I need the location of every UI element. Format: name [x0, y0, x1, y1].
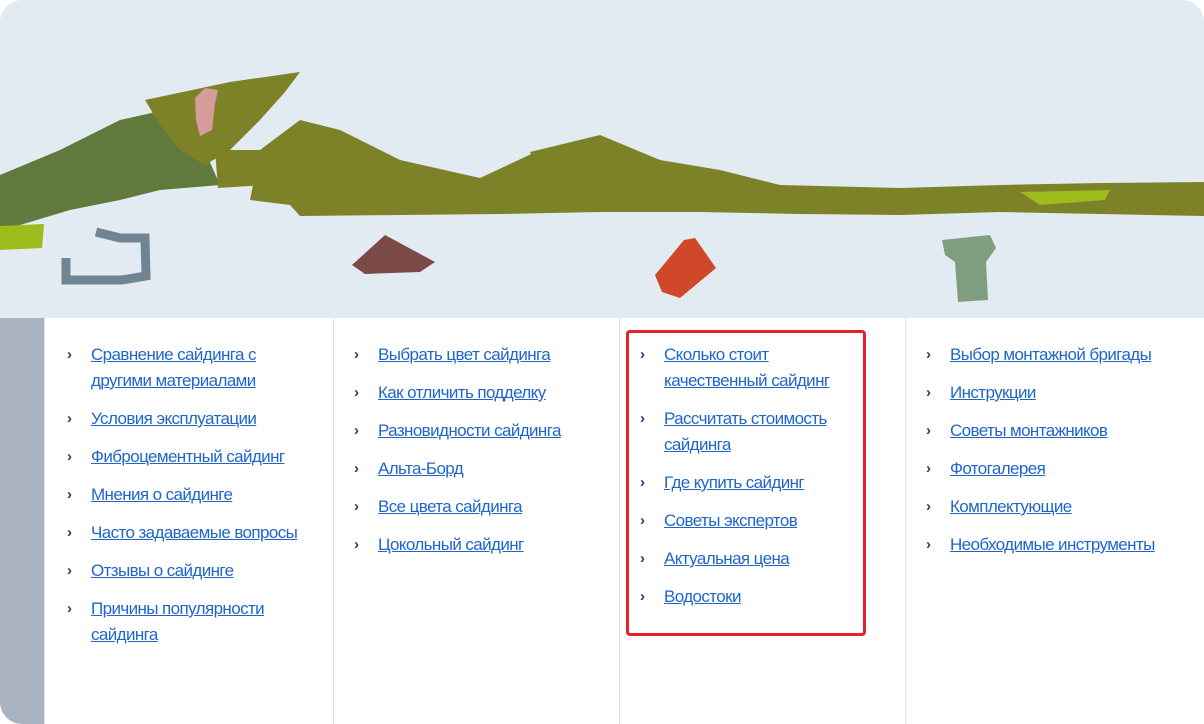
menu-link[interactable]: Сколько стоит качественный сайдинг — [664, 345, 830, 390]
menu-link[interactable]: Рассчитать стоимость сайдинга — [664, 409, 827, 454]
menu-link[interactable]: Цокольный сайдинг — [378, 535, 524, 554]
menu-link[interactable]: Часто задаваемые вопросы — [91, 523, 298, 542]
menu-link[interactable]: Сравнение сайдинга с другими материалами — [91, 345, 256, 390]
menu-link[interactable]: Фотогалерея — [950, 459, 1046, 478]
menu-link[interactable]: Водостоки — [664, 587, 741, 606]
menu-link[interactable]: Советы экспертов — [664, 511, 798, 530]
menu-item: › Актуальная цена — [638, 546, 853, 572]
menu-link[interactable]: Как отличить подделку — [378, 383, 546, 402]
chevron-right-icon: › — [67, 486, 72, 503]
menu-column-3: › Сколько стоит качественный сайдинг › Рас… — [619, 318, 906, 724]
menu-link[interactable]: Фиброцементный сайдинг — [91, 447, 285, 466]
chevron-right-icon: › — [67, 448, 72, 465]
banner-shape-lime-left — [0, 224, 44, 250]
chevron-right-icon: › — [354, 346, 359, 363]
menu-link[interactable]: Отзывы о сайдинге — [91, 561, 234, 580]
banner-shape-block — [215, 150, 265, 188]
chevron-right-icon: › — [354, 460, 359, 477]
menu-item: › Условия эксплуатации — [65, 406, 305, 432]
link-menu: › Сравнение сайдинга с другими материалам… — [0, 318, 1204, 724]
menu-item: › Где купить сайдинг — [638, 470, 853, 496]
menu-list-2: › Выбрать цвет сайдинга › Как отличить под… — [334, 318, 592, 558]
menu-link[interactable]: Альта-Борд — [378, 459, 464, 478]
chevron-right-icon: › — [640, 474, 645, 491]
menu-link[interactable]: Выбрать цвет сайдинга — [378, 345, 551, 364]
menu-column-1: › Сравнение сайдинга с другими материалам… — [44, 318, 334, 724]
menu-link[interactable]: Выбор монтажной бригады — [950, 345, 1152, 364]
menu-item: › Мнения о сайдинге — [65, 482, 305, 508]
left-sidebar-strip — [0, 318, 44, 724]
menu-item: › Отзывы о сайдинге — [65, 558, 305, 584]
chevron-right-icon: › — [640, 588, 645, 605]
chevron-right-icon: › — [354, 498, 359, 515]
menu-item: › Выбор монтажной бригады — [924, 342, 1164, 368]
banner-shape-sage — [942, 235, 996, 302]
menu-link[interactable]: Разновидности сайдинга — [378, 421, 561, 440]
chevron-right-icon: › — [67, 600, 72, 617]
menu-item: › Цокольный сайдинг — [352, 532, 592, 558]
chevron-right-icon: › — [354, 536, 359, 553]
menu-item: › Инструкции — [924, 380, 1164, 406]
menu-list-3: › Сколько стоит качественный сайдинг › Рас… — [620, 318, 853, 610]
screenshot-frame: › Сравнение сайдинга с другими материалам… — [0, 0, 1204, 724]
banner-shape-brown — [352, 235, 435, 274]
chevron-right-icon: › — [67, 524, 72, 541]
menu-item: › Водостоки — [638, 584, 853, 610]
menu-column-4: › Выбор монтажной бригады › Инструкции › Со… — [905, 318, 1204, 724]
chevron-right-icon: › — [640, 410, 645, 427]
menu-item: › Часто задаваемые вопросы — [65, 520, 305, 546]
menu-list-1: › Сравнение сайдинга с другими материалам… — [45, 318, 305, 648]
menu-item: › Необходимые инструменты — [924, 532, 1164, 558]
chevron-right-icon: › — [926, 536, 931, 553]
menu-link[interactable]: Комплектующие — [950, 497, 1072, 516]
menu-link[interactable]: Причины популярности сайдинга — [91, 599, 265, 644]
banner-shape-red — [655, 238, 716, 298]
banner-shape-roof-middle — [530, 135, 660, 188]
menu-item: › Рассчитать стоимость сайдинга — [638, 406, 853, 458]
menu-item: › Альта-Борд — [352, 456, 592, 482]
menu-item: › Сравнение сайдинга с другими материалам… — [65, 342, 305, 394]
banner-shape-bracket — [61, 227, 151, 285]
chevron-right-icon: › — [354, 384, 359, 401]
menu-item: › Комплектующие — [924, 494, 1164, 520]
menu-item: › Советы монтажников — [924, 418, 1164, 444]
menu-link[interactable]: Необходимые инструменты — [950, 535, 1155, 554]
menu-item: › Как отличить подделку — [352, 380, 592, 406]
chevron-right-icon: › — [926, 346, 931, 363]
menu-link[interactable]: Условия эксплуатации — [91, 409, 257, 428]
chevron-right-icon: › — [926, 460, 931, 477]
chevron-right-icon: › — [67, 346, 72, 363]
chevron-right-icon: › — [926, 422, 931, 439]
menu-item: › Фотогалерея — [924, 456, 1164, 482]
menu-link[interactable]: Актуальная цена — [664, 549, 790, 568]
menu-item: › Сколько стоит качественный сайдинг — [638, 342, 853, 394]
menu-link[interactable]: Мнения о сайдинге — [91, 485, 233, 504]
menu-list-4: › Выбор монтажной бригады › Инструкции › Со… — [906, 318, 1164, 558]
menu-link[interactable]: Инструкции — [950, 383, 1036, 402]
chevron-right-icon: › — [640, 346, 645, 363]
chevron-right-icon: › — [67, 562, 72, 579]
header-banner — [0, 0, 1204, 318]
menu-link[interactable]: Все цвета сайдинга — [378, 497, 523, 516]
menu-column-2: › Выбрать цвет сайдинга › Как отличить под… — [333, 318, 620, 724]
menu-link[interactable]: Советы монтажников — [950, 421, 1108, 440]
menu-item: › Советы экспертов — [638, 508, 853, 534]
chevron-right-icon: › — [926, 498, 931, 515]
chevron-right-icon: › — [640, 512, 645, 529]
menu-link[interactable]: Где купить сайдинг — [664, 473, 805, 492]
menu-item: › Причины популярности сайдинга — [65, 596, 305, 648]
menu-item: › Разновидности сайдинга — [352, 418, 592, 444]
menu-item: › Выбрать цвет сайдинга — [352, 342, 592, 368]
banner-illustration — [0, 72, 1204, 302]
chevron-right-icon: › — [640, 550, 645, 567]
chevron-right-icon: › — [926, 384, 931, 401]
menu-item: › Фиброцементный сайдинг — [65, 444, 305, 470]
menu-item: › Все цвета сайдинга — [352, 494, 592, 520]
chevron-right-icon: › — [67, 410, 72, 427]
chevron-right-icon: › — [354, 422, 359, 439]
